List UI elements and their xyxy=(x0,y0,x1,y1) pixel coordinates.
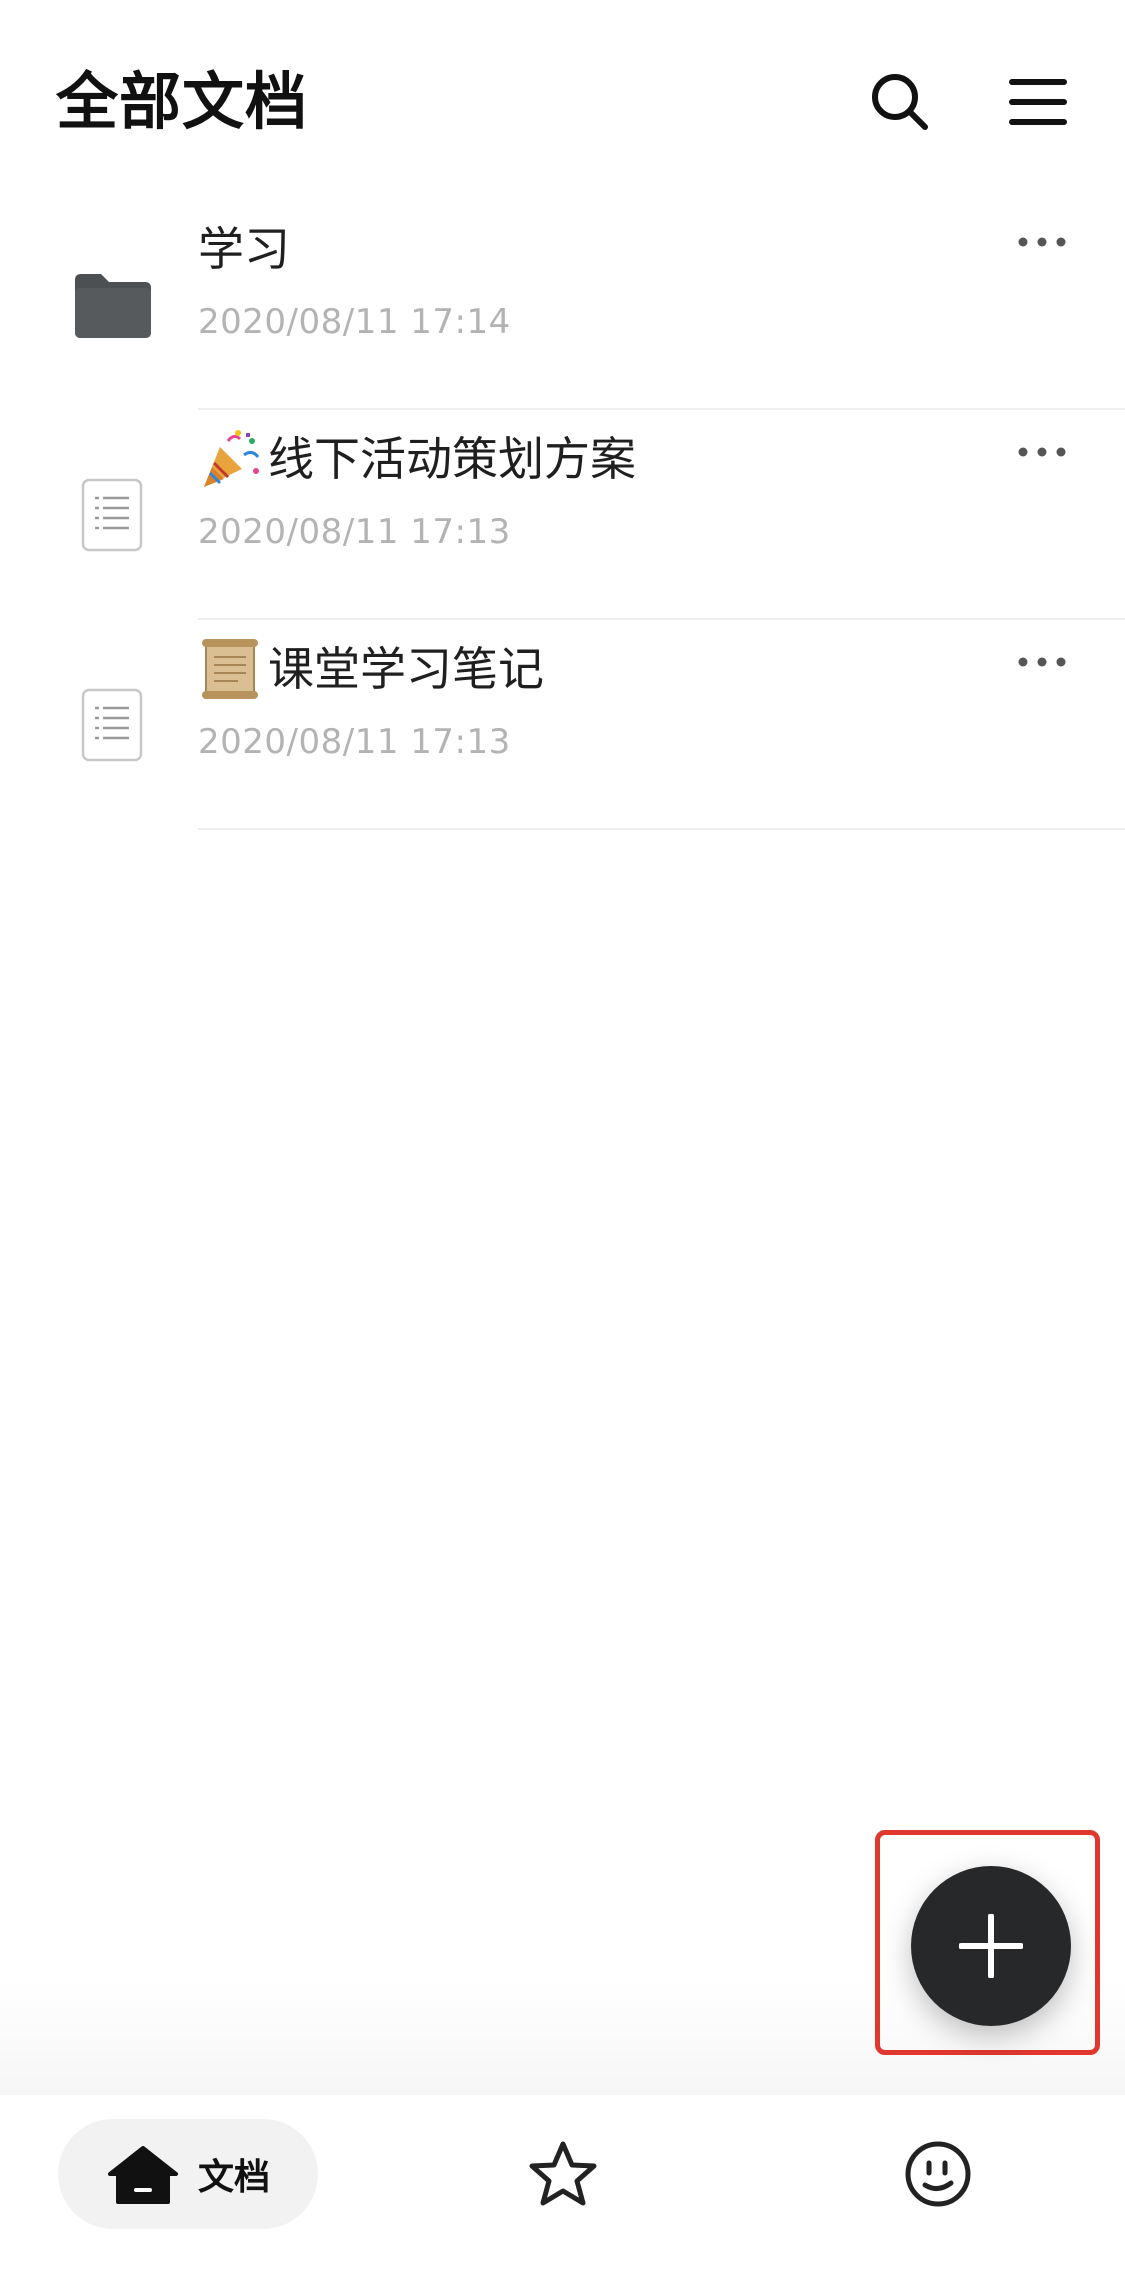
smiley-face-icon xyxy=(905,2141,971,2207)
row-title-text: 线下活动策划方案 xyxy=(268,432,636,486)
scroll-emoji xyxy=(198,637,262,701)
menu-button[interactable] xyxy=(1000,64,1076,140)
more-horizontal-icon xyxy=(1018,447,1066,457)
list-item-folder[interactable]: 学习 2020/08/11 17:14 xyxy=(0,200,1125,410)
tab-favorites[interactable] xyxy=(520,2119,606,2229)
star-icon xyxy=(529,2141,597,2206)
row-icon-wrapper xyxy=(56,410,168,620)
row-date: 2020/08/11 17:13 xyxy=(198,722,511,762)
hamburger-menu-icon xyxy=(1009,79,1067,125)
row-date: 2020/08/11 17:13 xyxy=(198,512,511,552)
row-title: 学习 xyxy=(198,214,290,284)
row-title-text: 学习 xyxy=(198,222,290,276)
folder-icon xyxy=(75,274,151,338)
tab-documents-label: 文档 xyxy=(197,2157,270,2198)
row-icon-wrapper xyxy=(56,620,168,830)
row-date: 2020/08/11 17:14 xyxy=(198,302,511,342)
page-title: 全部文档 xyxy=(56,65,309,138)
app-root: 全部文档 学习 2020/08/11 17:14 线下活动策划方案 2020/0… xyxy=(0,0,1125,2291)
more-horizontal-icon xyxy=(1018,657,1066,667)
tab-profile[interactable] xyxy=(895,2119,981,2229)
row-title-text: 课堂学习笔记 xyxy=(268,642,544,696)
search-icon xyxy=(872,74,928,130)
search-button[interactable] xyxy=(862,64,938,140)
list-item-document[interactable]: 线下活动策划方案 2020/08/11 17:13 xyxy=(0,410,1125,620)
row-icon-wrapper xyxy=(56,200,168,410)
more-options-button[interactable] xyxy=(1000,640,1084,684)
tab-documents[interactable]: 文档 xyxy=(58,2119,318,2229)
more-options-button[interactable] xyxy=(1000,430,1084,474)
document-icon xyxy=(81,478,143,552)
more-horizontal-icon xyxy=(1018,237,1066,247)
party-popper-emoji xyxy=(198,427,262,491)
create-new-button[interactable] xyxy=(911,1866,1071,2026)
document-list: 学习 2020/08/11 17:14 线下活动策划方案 2020/08/11 … xyxy=(0,200,1125,830)
row-divider xyxy=(198,828,1125,830)
home-icon xyxy=(107,2146,178,2204)
row-title: 课堂学习笔记 xyxy=(198,634,544,704)
list-item-document[interactable]: 课堂学习笔记 2020/08/11 17:13 xyxy=(0,620,1125,830)
more-options-button[interactable] xyxy=(1000,220,1084,264)
header: 全部文档 xyxy=(0,0,1125,200)
bottom-tab-bar: 文档 xyxy=(0,2095,1125,2291)
plus-icon xyxy=(959,1914,1023,1978)
row-title: 线下活动策划方案 xyxy=(198,424,636,494)
document-icon xyxy=(81,688,143,762)
